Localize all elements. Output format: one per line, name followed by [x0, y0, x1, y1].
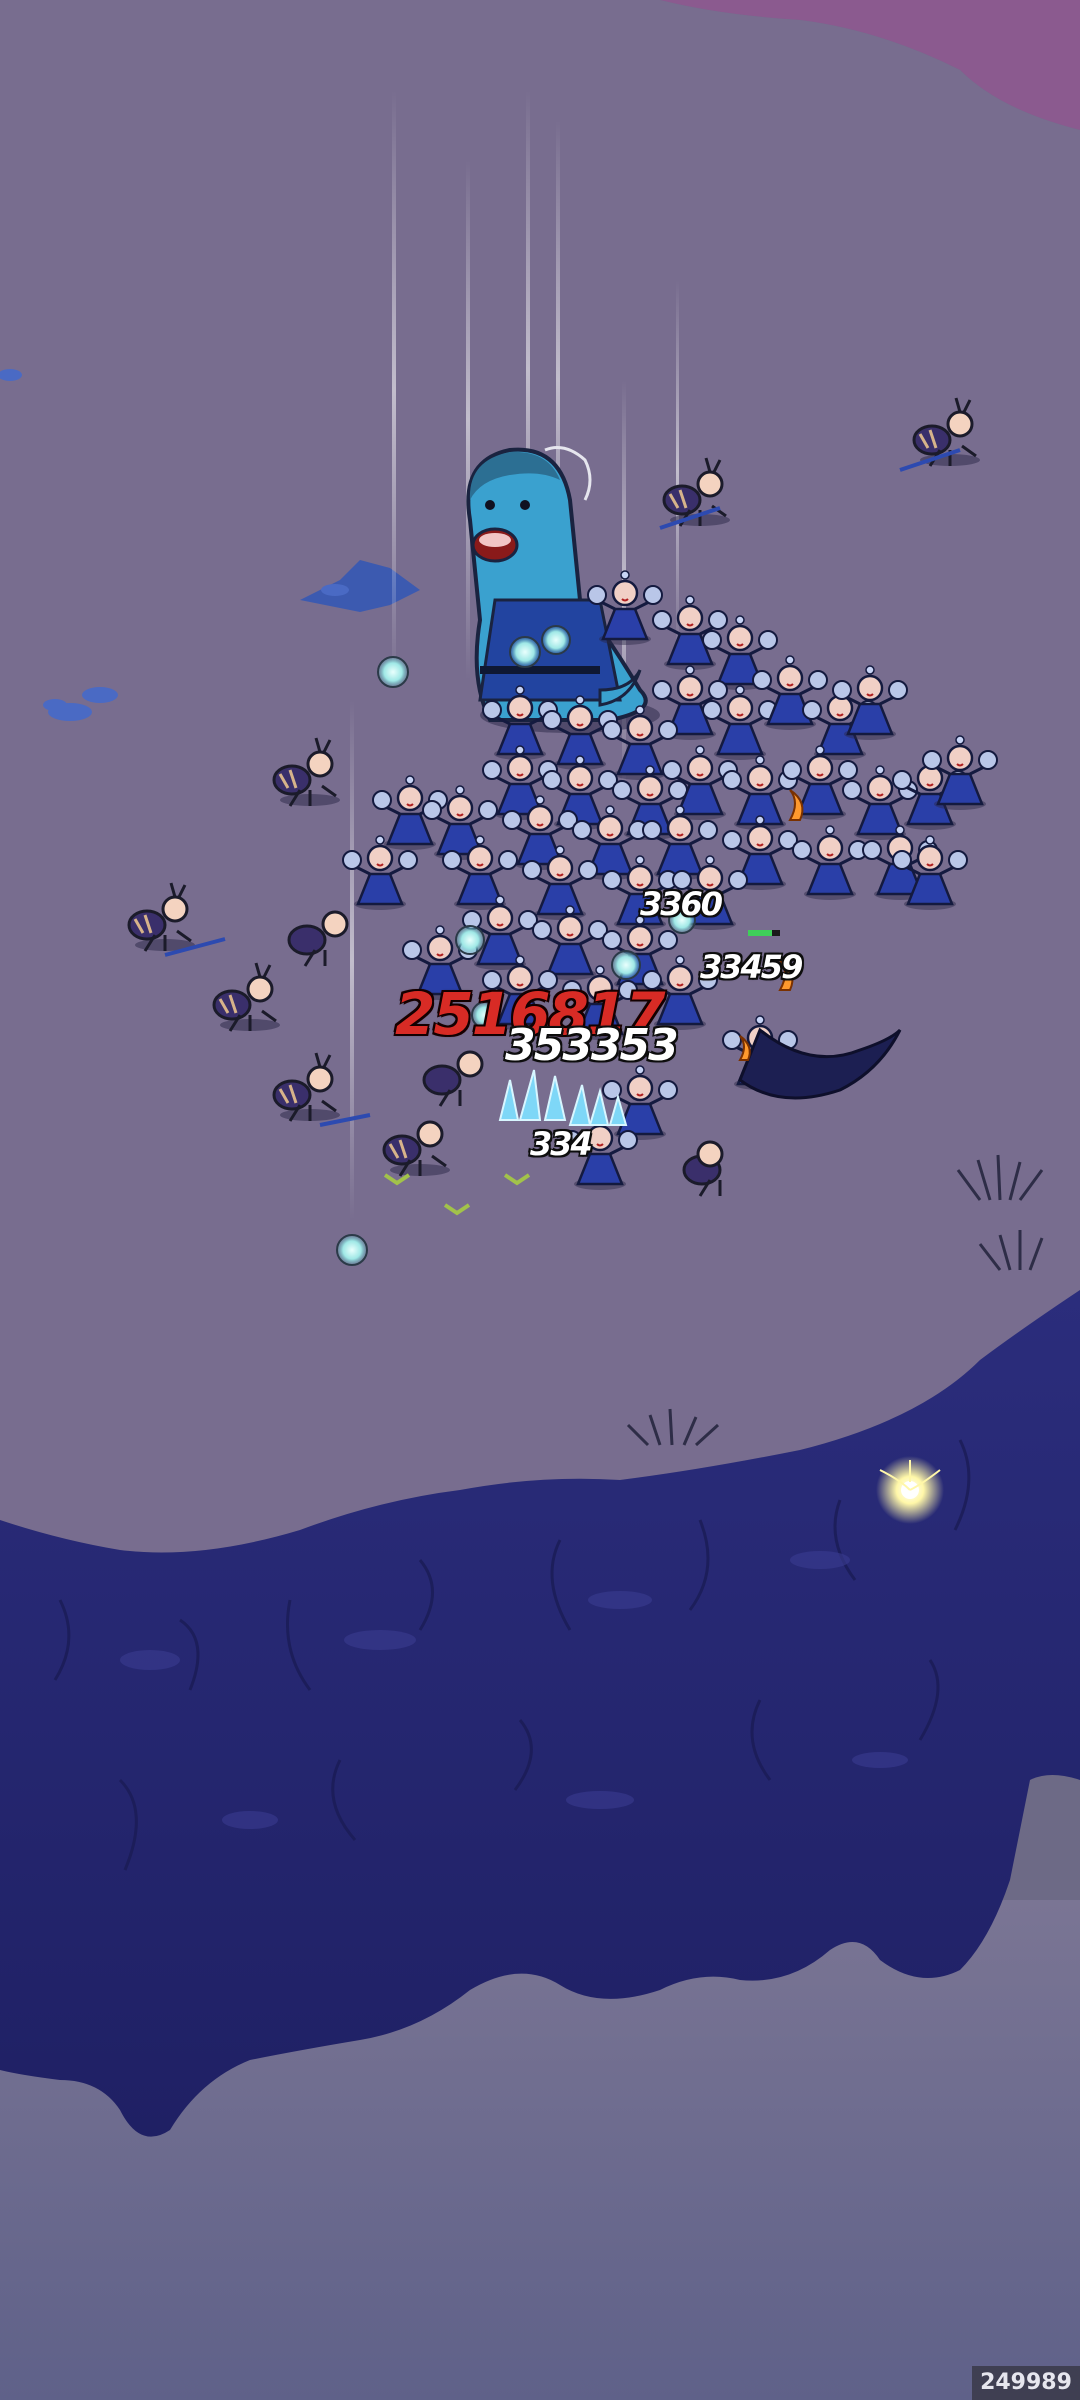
watermark-id: 249989 [972, 2366, 1080, 2400]
sparkle-icon [876, 1456, 944, 1524]
game-viewport[interactable]: 2516817 353353 3360 33459 334 249989 [0, 0, 1080, 2400]
enemy-health-bar [748, 930, 780, 936]
battlefield-canvas [0, 0, 1080, 2400]
